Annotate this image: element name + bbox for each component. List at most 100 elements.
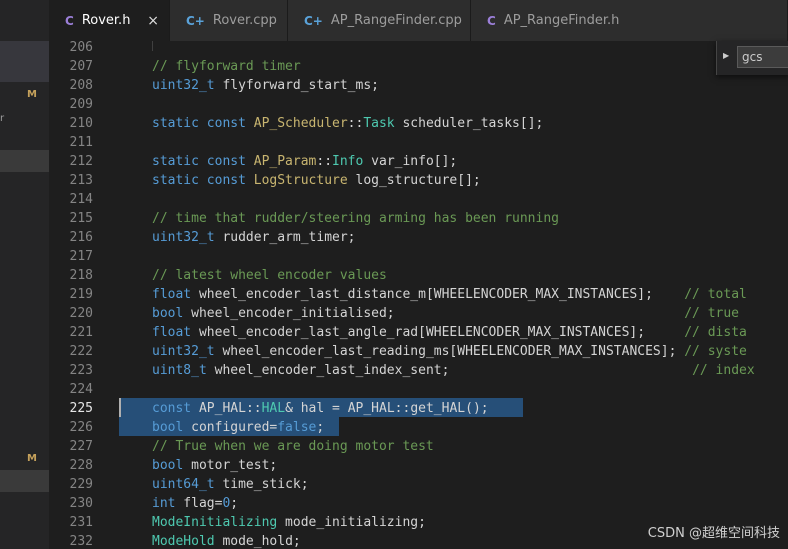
- code-line: static const AP_Param::Info var_info[];: [152, 152, 457, 171]
- comment: // dista: [684, 325, 747, 340]
- identifier: & hal =: [285, 401, 348, 416]
- line-number: 228: [69, 458, 93, 473]
- identifier: wheel_encoder_last_reading_ms[WHEELENCOD…: [214, 344, 685, 359]
- sidebar-selected-row[interactable]: [0, 150, 49, 172]
- identifier: wheel_encoder_initialised;: [183, 306, 685, 321]
- line-number: 218: [69, 268, 93, 283]
- identifier: mode_hold;: [214, 534, 301, 549]
- explorer-sidebar: M r M: [0, 0, 50, 549]
- namespace: AP_Scheduler: [253, 116, 348, 131]
- code-line: static const LogStructure log_structure[…: [152, 171, 481, 190]
- line-number: 214: [69, 192, 93, 207]
- line-number: 211: [69, 135, 93, 150]
- code-editor[interactable]: 206 207 208 209 210 211 212 213 214 215 …: [49, 41, 788, 549]
- comment: // index: [692, 363, 755, 378]
- scope-operator: ::: [347, 116, 364, 131]
- sidebar-text-fragment: r: [0, 113, 5, 124]
- type-name: ModeHold: [152, 534, 215, 549]
- punctuation: ;: [316, 420, 325, 435]
- line-number: 230: [69, 496, 93, 511]
- comment: // true: [684, 306, 740, 321]
- type-token: int: [152, 496, 176, 511]
- cpp-file-icon: C+: [304, 13, 323, 28]
- type-token: uint64_t: [152, 477, 215, 492]
- line-number: 209: [69, 97, 93, 112]
- identifier: var_info[];: [363, 154, 458, 169]
- line-number: 229: [69, 477, 93, 492]
- line-number: 220: [69, 306, 93, 321]
- chevron-right-icon[interactable]: ▶: [723, 51, 729, 60]
- identifier: time_stick;: [214, 477, 309, 492]
- identifier: motor_test;: [183, 458, 278, 473]
- keyword: static const: [152, 173, 254, 188]
- code-line: int flag=0;: [152, 494, 238, 513]
- tab-label: Rover.cpp: [212, 13, 277, 28]
- line-number: 213: [69, 173, 93, 188]
- tab-ap-rangefinder-h[interactable]: C AP_RangeFinder.h: [471, 0, 788, 41]
- code-line: // flyforward timer: [152, 57, 301, 76]
- code-line: uint32_t flyforward_start_ms;: [152, 76, 379, 95]
- modified-badge: M: [27, 453, 37, 464]
- tab-label: AP_RangeFinder.h: [503, 13, 620, 28]
- cursor-line-marker: [119, 398, 121, 417]
- line-number: 227: [69, 439, 93, 454]
- line-number: 231: [69, 515, 93, 530]
- code-line: bool motor_test;: [152, 456, 277, 475]
- line-number: 232: [69, 534, 93, 549]
- identifier: rudder_arm_timer;: [214, 230, 356, 245]
- line-number: 222: [69, 344, 93, 359]
- type-name: LogStructure: [253, 173, 348, 188]
- identifier: log_structure[];: [347, 173, 481, 188]
- type-token: uint32_t: [152, 344, 215, 359]
- scope-operator: ::: [316, 154, 333, 169]
- type-token: bool: [152, 420, 184, 435]
- code-line: uint32_t wheel_encoder_last_reading_ms[W…: [152, 342, 747, 361]
- sidebar-selected-row[interactable]: [0, 41, 49, 82]
- modified-badge: M: [27, 89, 37, 100]
- type-name: Task: [363, 116, 395, 131]
- tab-bar: C Rover.h × C+ Rover.cpp C+ AP_RangeFind…: [49, 0, 788, 42]
- type-name: ModeInitializing: [152, 515, 278, 530]
- c-file-icon: C: [65, 13, 74, 28]
- code-line: // latest wheel encoder values: [152, 266, 387, 285]
- comment: // latest wheel encoder values: [152, 268, 387, 283]
- line-number: 215: [69, 211, 93, 226]
- code-line-selected: const AP_HAL::HAL& hal = AP_HAL::get_HAL…: [152, 399, 489, 418]
- identifier: ::get_HAL();: [394, 401, 489, 416]
- line-number: 210: [69, 116, 93, 131]
- code-line: static const AP_Scheduler::Task schedule…: [152, 114, 543, 133]
- identifier: wheel_encoder_last_angle_rad[WHEELENCODE…: [191, 325, 685, 340]
- line-number: 217: [69, 249, 93, 264]
- identifier: flag=: [175, 496, 223, 511]
- identifier: scheduler_tasks[];: [394, 116, 544, 131]
- tab-rover-cpp[interactable]: C+ Rover.cpp: [170, 0, 288, 41]
- code-line: ModeHold mode_hold;: [152, 532, 301, 549]
- c-file-icon: C: [487, 13, 496, 28]
- type-token: bool: [152, 306, 184, 321]
- code-line: bool wheel_encoder_initialised; // true: [152, 304, 739, 323]
- line-number: 223: [69, 363, 93, 378]
- scope-operator: ::: [245, 401, 262, 416]
- comment: // flyforward timer: [152, 59, 301, 74]
- line-number: 219: [69, 287, 93, 302]
- keyword: static const: [152, 116, 254, 131]
- tab-label: AP_RangeFinder.cpp: [330, 13, 462, 28]
- tab-label: Rover.h: [81, 13, 131, 28]
- line-number: 221: [69, 325, 93, 340]
- find-widget: ▶ gcs: [716, 41, 788, 75]
- sidebar-selected-row[interactable]: [0, 470, 49, 492]
- comment: // total: [684, 287, 747, 302]
- tab-ap-rangefinder-cpp[interactable]: C+ AP_RangeFinder.cpp: [288, 0, 471, 41]
- line-number: 224: [69, 382, 93, 397]
- type-token: float: [152, 325, 192, 340]
- line-number: 226: [69, 420, 93, 435]
- literal: false: [277, 420, 317, 435]
- comment: // syste: [684, 344, 747, 359]
- line-number: 206: [69, 41, 93, 55]
- find-input[interactable]: gcs: [737, 46, 788, 68]
- namespace: AP_HAL: [347, 401, 395, 416]
- tab-rover-h[interactable]: C Rover.h ×: [49, 0, 170, 41]
- close-icon[interactable]: ×: [147, 13, 159, 29]
- watermark: CSDN @超维空间科技: [647, 526, 780, 541]
- type-token: uint32_t: [152, 230, 215, 245]
